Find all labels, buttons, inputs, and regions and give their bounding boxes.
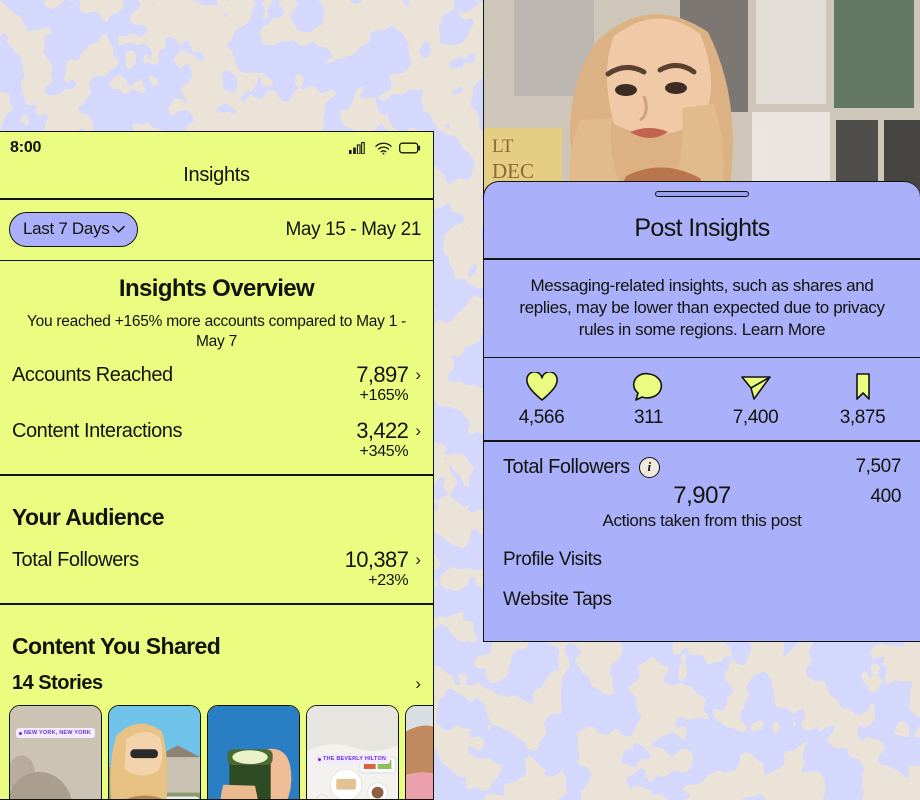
metric-right: 7,897 +165% ›	[356, 363, 421, 405]
total-followers-label: Total Followers	[503, 455, 630, 478]
profile-visits-label: Profile Visits	[503, 548, 602, 570]
metric-right: 10,387 +23% ›	[345, 548, 421, 590]
metric-values: 3,422 +345%	[356, 418, 409, 461]
metric-value: 7,897	[356, 362, 409, 388]
metric-values: 10,387 +23%	[345, 548, 409, 590]
status-bar-icons	[349, 142, 421, 155]
privacy-notice[interactable]: Messaging-related insights, such as shar…	[484, 260, 920, 357]
location-tag-label: NEW YORK, NEW YORK	[24, 730, 91, 737]
chevron-right-icon: ›	[415, 365, 421, 385]
actions-taken-summary: 7,907 Actions taken from this post	[503, 482, 901, 531]
post-insights-phone-panel: LT DEC Post Insights Messaging-related i…	[483, 0, 920, 800]
shares-count: 7,400	[732, 407, 779, 429]
metric-row[interactable]: Total Followers 10,387 +23% ›	[0, 537, 433, 593]
total-followers-left: Total Followers i	[503, 456, 660, 479]
likes-count: 4,566	[518, 407, 565, 429]
svg-text:DEC: DEC	[492, 159, 534, 183]
metric-label: Total Followers	[12, 548, 139, 571]
status-time: 8:00	[10, 139, 42, 156]
story-thumb-breakfast-in-bed[interactable]: THE BEVERLY HILTON	[306, 705, 399, 799]
total-followers-value: 7,507	[855, 456, 901, 478]
bookmark-icon	[855, 373, 870, 401]
page-title: Insights	[183, 164, 250, 186]
chevron-right-icon: ›	[415, 421, 421, 441]
chevron-down-icon	[112, 225, 126, 233]
story-thumb-hand-green-jar[interactable]	[207, 705, 300, 799]
story-thumb-woman-sunglasses[interactable]	[108, 705, 201, 799]
actions-block: 400 7,907 Actions taken from this post	[484, 479, 920, 531]
cellular-signal-icon	[349, 142, 365, 154]
metric-delta: +345%	[359, 443, 409, 461]
saves-count: 3,875	[839, 407, 886, 429]
overview-title: Insights Overview	[118, 275, 315, 302]
metric-delta: +165%	[359, 387, 409, 405]
status-bar: 8:00	[0, 132, 433, 164]
engagement-likes[interactable]: 4,566	[488, 372, 595, 429]
content-shared-title: Content You Shared	[12, 632, 221, 659]
svg-text:LT: LT	[492, 136, 514, 157]
date-range-label: Last 7 Days	[23, 219, 110, 238]
wifi-icon	[375, 142, 392, 154]
engagement-stats-row: 4,566 311 7,400 3,875	[484, 358, 920, 440]
location-tag-label: THE BEVERLY HILTON	[323, 756, 386, 763]
metric-value: 3,422	[356, 418, 409, 444]
location-tag: NEW YORK, NEW YORK	[16, 728, 95, 739]
metric-label: Content Interactions	[12, 420, 182, 443]
engagement-comments[interactable]: 311	[595, 372, 702, 429]
chevron-right-icon: ›	[415, 549, 421, 569]
date-range-display: May 15 - May 21	[285, 218, 422, 240]
actions-taken-value: 7,907	[673, 481, 731, 509]
metric-values: 7,897 +165%	[356, 362, 409, 405]
battery-icon	[399, 142, 421, 154]
location-tag: THE BEVERLY HILTON	[315, 754, 390, 765]
metric-row[interactable]: Content Interactions 3,422 +345% ›	[0, 408, 433, 464]
actions-taken-caption: Actions taken from this post	[602, 510, 802, 530]
overview-subtitle: You reached +165% more accounts compared…	[26, 313, 407, 351]
metric-row[interactable]: Accounts Reached 7,897 +165% ›	[0, 352, 433, 408]
insights-overview-section: Insights Overview You reached +165% more…	[0, 261, 433, 474]
chevron-right-icon: ›	[415, 673, 421, 693]
stories-row[interactable]: 14 Stories ›	[0, 666, 433, 700]
post-photo: LT DEC	[483, 0, 920, 200]
post-insights-title: Post Insights	[634, 214, 770, 242]
comment-icon	[632, 373, 662, 402]
metric-right: 3,422 +345% ›	[356, 419, 421, 461]
date-range-bar: Last 7 Days May 15 - May 21	[0, 200, 433, 260]
share-icon	[740, 376, 771, 401]
location-pin-dot	[318, 757, 321, 761]
content-you-shared-section: Content You Shared 14 Stories › NEW YORK…	[0, 605, 433, 799]
profile-visits-row[interactable]: Profile Visits	[484, 531, 920, 571]
insights-phone-panel: 8:00 Insights Last 7 Days May 15 - May 2…	[0, 131, 434, 800]
stories-count: 14 Stories	[12, 671, 103, 694]
website-taps-label: Website Taps	[503, 588, 612, 610]
engagement-saves[interactable]: 3,875	[809, 372, 916, 429]
heart-icon	[525, 372, 558, 402]
total-followers-row[interactable]: Total Followers i 7,507	[484, 442, 920, 479]
story-thumbnail-strip: NEW YORK, NEW YORK THE BEVERLY HILTON	[0, 699, 433, 799]
info-icon[interactable]: i	[638, 456, 660, 478]
metric-label: Accounts Reached	[12, 364, 173, 387]
audience-title: Your Audience	[12, 503, 165, 530]
metric-value: 10,387	[344, 546, 409, 572]
location-pin-dot	[19, 731, 22, 735]
comments-count: 311	[633, 407, 664, 429]
metric-delta: +23%	[368, 572, 409, 590]
date-range-selector[interactable]: Last 7 Days	[9, 212, 139, 247]
your-audience-section: Your Audience Total Followers 10,387 +23…	[0, 476, 433, 603]
engagement-shares[interactable]: 7,400	[702, 372, 809, 429]
post-insights-card: Post Insights Messaging-related insights…	[483, 181, 920, 642]
story-thumb-woman-pink-top[interactable]	[405, 705, 433, 799]
website-taps-row[interactable]: Website Taps	[484, 571, 920, 611]
story-thumb-shadow-sand[interactable]: NEW YORK, NEW YORK	[9, 705, 102, 799]
